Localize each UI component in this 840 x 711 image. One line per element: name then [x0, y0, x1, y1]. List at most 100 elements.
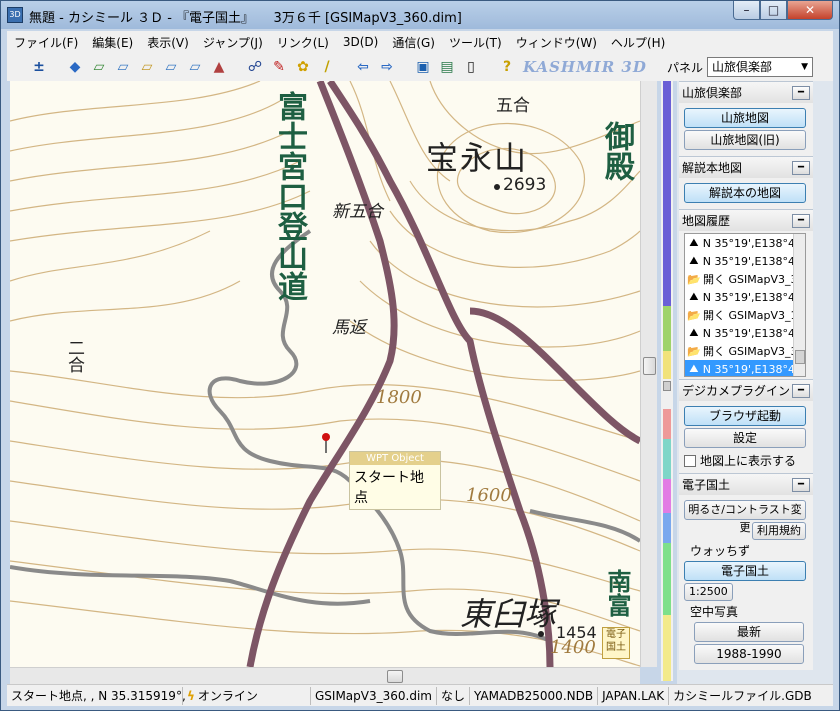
- settings-button[interactable]: 設定: [684, 428, 806, 448]
- history-item[interactable]: ⛰ N 35°19',E138°44': [685, 324, 805, 342]
- layer-band-yellow: [663, 351, 671, 379]
- checkbox-box[interactable]: [684, 454, 696, 467]
- mountain-icon: ⛰: [689, 290, 699, 303]
- history-item[interactable]: 📂 開く GSIMapV3_1: [685, 306, 805, 324]
- mountain-icon: ⛰: [689, 326, 699, 339]
- show-on-map-label: 地図上に表示する: [700, 454, 797, 468]
- ruler-icon[interactable]: /: [317, 57, 337, 77]
- history-item[interactable]: ⛰ N 35°19',E138°44': [685, 252, 805, 270]
- close-button[interactable]: ✕: [787, 1, 833, 20]
- menu-3d[interactable]: 3D(D): [336, 35, 385, 49]
- map-vertical-scrollbar[interactable]: [640, 81, 657, 667]
- yamatabi-old-map-button[interactable]: 山旅地図(旧): [684, 130, 806, 150]
- status-gdb-file: カシミールファイル.GDB: [673, 688, 812, 703]
- locate-icon[interactable]: ✎: [269, 57, 289, 77]
- terms-button[interactable]: 利用規約: [752, 522, 806, 540]
- waypoint-tooltip[interactable]: WPT Object スタート地点: [349, 451, 441, 510]
- lightning-icon: ϟ: [187, 688, 195, 703]
- status-location: スタート地点, , N 35.315919°,: [7, 686, 186, 705]
- layer-add-icon[interactable]: ▱: [185, 57, 205, 77]
- help-icon[interactable]: ?: [497, 57, 517, 77]
- show-on-map-checkbox[interactable]: 地図上に表示する: [684, 452, 810, 469]
- app-icon[interactable]: 3D: [7, 7, 23, 23]
- waypoint-type: WPT Object: [350, 452, 440, 465]
- maximize-button[interactable]: □: [760, 1, 787, 20]
- bookmark-icon[interactable]: ◆: [65, 57, 85, 77]
- menu-tools[interactable]: ツール(T): [442, 34, 509, 51]
- history-scroll-thumb[interactable]: [795, 350, 805, 364]
- history-item[interactable]: ⛰ N 35°19',E138°43': [685, 234, 805, 252]
- period-photo-button[interactable]: 1988-1990: [694, 644, 804, 664]
- aerial-photo-label: 空中写真: [690, 605, 739, 619]
- app-logo: KASHMIR 3D: [523, 58, 647, 76]
- menu-help[interactable]: ヘルプ(H): [604, 34, 672, 51]
- collapse-icon[interactable]: ━: [792, 85, 810, 100]
- collapse-icon[interactable]: ━: [792, 383, 810, 398]
- layer-splitter-handle[interactable]: [663, 381, 671, 391]
- menu-link[interactable]: リンク(L): [270, 34, 336, 51]
- history-item-text: 開く GSIMapV3_3: [703, 345, 798, 358]
- menu-edit[interactable]: 編集(E): [85, 34, 140, 51]
- status-map-file: GSIMapV3_360.dim: [311, 686, 437, 705]
- panel-dropdown[interactable]: 山旅倶楽部 ▼: [707, 57, 814, 77]
- denshi-kokudo-button[interactable]: 電子国土: [684, 561, 806, 581]
- layer-stack-icon[interactable]: ▱: [113, 57, 133, 77]
- section-yamatabi-header[interactable]: 山旅倶楽部 ━: [679, 81, 813, 103]
- camera-icon[interactable]: ▣: [413, 57, 433, 77]
- map-horizontal-scrollbar[interactable]: [10, 667, 640, 684]
- yamatabi-map-button[interactable]: 山旅地図: [684, 108, 806, 128]
- history-list[interactable]: ⛰ N 35°19',E138°43' ⛰ N 35°19',E138°44' 📂 開…: [684, 233, 806, 377]
- history-scrollbar[interactable]: [793, 234, 805, 376]
- section-kaisetsu-header[interactable]: 解説本地図 ━: [679, 156, 813, 178]
- gps-icon[interactable]: ▯: [461, 57, 481, 77]
- paw-icon[interactable]: ✿: [293, 57, 313, 77]
- section-denshi-header[interactable]: 電子国土 ━: [679, 473, 813, 495]
- forward-arrow-icon[interactable]: ⇨: [377, 57, 397, 77]
- menu-jump[interactable]: ジャンプ(J): [196, 34, 270, 51]
- back-arrow-icon[interactable]: ⇦: [353, 57, 373, 77]
- collapse-icon[interactable]: ━: [792, 213, 810, 228]
- kaisetsu-map-button[interactable]: 解説本の地図: [684, 183, 806, 203]
- gsi-mark-icon: 電子国土: [602, 627, 630, 659]
- map-pin-icon[interactable]: [322, 433, 330, 453]
- map-label-minami: 南富: [603, 569, 632, 617]
- side-panel: 山旅倶楽部 ━ 山旅地図 山旅地図(旧) 解説本地図 ━ 解説本の地図 地図履歴…: [677, 81, 833, 684]
- map-vscroll-thumb[interactable]: [643, 357, 656, 375]
- section-history-header[interactable]: 地図履歴 ━: [679, 209, 813, 231]
- terrain-icon[interactable]: ▲: [209, 57, 229, 77]
- chevron-down-icon: ▼: [801, 62, 809, 72]
- section-denshi-title: 電子国土: [682, 478, 731, 492]
- scale-button[interactable]: 1:2500: [684, 583, 733, 601]
- layer-icon[interactable]: ▱: [89, 57, 109, 77]
- brightness-button[interactable]: 明るさ/コントラスト変更: [684, 500, 806, 534]
- map-label-nigo: 二合: [64, 339, 84, 373]
- collapse-icon[interactable]: ━: [792, 477, 810, 492]
- binoculars-icon[interactable]: ☍: [245, 57, 265, 77]
- app-window: 3D 無題 - カシミール ３Ｄ - 『電子国土』 3万６千 [GSIMapV3…: [0, 0, 840, 711]
- minimize-button[interactable]: –: [733, 1, 760, 20]
- folder-open-icon: 📂: [687, 272, 701, 286]
- film-icon[interactable]: ▤: [437, 57, 457, 77]
- section-digicam-header[interactable]: デジカメプラグイン ━: [679, 379, 813, 401]
- layer-band-yellow2: [663, 615, 671, 681]
- layer-strip[interactable]: [661, 81, 673, 681]
- browser-launch-button[interactable]: ブラウザ起動: [684, 406, 806, 426]
- menu-view[interactable]: 表示(V): [140, 34, 196, 51]
- collapse-icon[interactable]: ━: [792, 160, 810, 175]
- history-item-selected[interactable]: ⛰ N 35°19',E138°44': [685, 360, 805, 376]
- menu-comm[interactable]: 通信(G): [385, 34, 442, 51]
- history-item-text: N 35°19',E138°44': [702, 326, 805, 340]
- history-item[interactable]: ⛰ N 35°19',E138°44': [685, 288, 805, 306]
- history-item-text: 開く GSIMapV3_3: [703, 273, 798, 286]
- menu-window[interactable]: ウィンドウ(W): [509, 34, 604, 51]
- menu-file[interactable]: ファイル(F): [7, 34, 85, 51]
- history-item[interactable]: 📂 開く GSIMapV3_3: [685, 342, 805, 360]
- latest-photo-button[interactable]: 最新: [694, 622, 804, 642]
- map-hscroll-thumb[interactable]: [387, 670, 403, 683]
- zoom-fit-icon[interactable]: ±: [29, 57, 49, 77]
- layer-edit-icon[interactable]: ▱: [137, 57, 157, 77]
- history-item[interactable]: 📂 開く GSIMapV3_3: [685, 270, 805, 288]
- map-view[interactable]: 富士宮口登山道 五合 宝永山 2693 御殿 新五合 馬返 二合 1800 16…: [10, 81, 640, 667]
- title-bar[interactable]: 3D 無題 - カシミール ３Ｄ - 『電子国土』 3万６千 [GSIMapV3…: [1, 1, 839, 29]
- layer-view-icon[interactable]: ▱: [161, 57, 181, 77]
